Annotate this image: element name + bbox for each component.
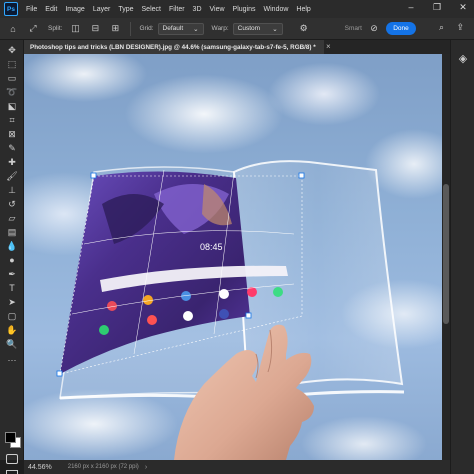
menu-file[interactable]: File	[26, 6, 37, 13]
minimize-button[interactable]: –	[404, 2, 418, 13]
home-icon[interactable]: ⌂	[6, 22, 20, 36]
menu-help[interactable]: Help	[296, 6, 310, 13]
transform-handle[interactable]	[56, 370, 63, 377]
transform-handle[interactable]	[298, 172, 305, 179]
eraser-tool-icon[interactable]: ▱	[5, 212, 19, 224]
object-select-tool-icon[interactable]: ⬕	[5, 100, 19, 112]
vertical-scroll-thumb[interactable]	[443, 184, 449, 324]
menu-window[interactable]: Window	[264, 6, 289, 13]
quick-mask-icon[interactable]	[6, 454, 18, 464]
search-icon[interactable]: ⌕	[439, 22, 444, 33]
window-controls: – ❐ ✕	[404, 2, 470, 13]
menu-image[interactable]: Image	[65, 6, 84, 13]
vertical-scrollbar[interactable]	[442, 54, 450, 460]
split-cross-icon[interactable]: ⊞	[108, 22, 122, 36]
history-brush-tool-icon[interactable]: ↺	[5, 198, 19, 210]
grid-select-value: Default	[162, 25, 184, 32]
warp-select[interactable]: Custom ⌄	[232, 22, 283, 35]
blur-tool-icon[interactable]: 💧	[5, 240, 19, 252]
artboard-tool-icon[interactable]: ⬚	[5, 58, 19, 70]
transform-icon[interactable]: ⤢	[26, 22, 40, 36]
healing-brush-tool-icon[interactable]: ✚	[5, 156, 19, 168]
smart-label: Smart	[344, 25, 362, 32]
chevron-down-icon: ⌄	[272, 25, 278, 33]
screen-clock: 08:45	[200, 242, 223, 252]
eyedropper-tool-icon[interactable]: ✎	[5, 142, 19, 154]
document-info: 2160 px x 2160 px (72 ppi)	[67, 464, 139, 470]
status-menu-icon[interactable]: ›	[145, 464, 147, 471]
tab-close-icon[interactable]: ×	[326, 42, 331, 51]
options-bar: ⌂ ⤢ Split: ◫ ⊟ ⊞ Grid: Default ⌄ Warp: C…	[0, 18, 474, 40]
hand-tool-icon[interactable]: ✋	[5, 324, 19, 336]
brush-tool-icon[interactable]: 🖌	[5, 170, 19, 182]
transform-handle[interactable]	[245, 312, 252, 319]
document-tab-bar: Photoshop tips and tricks (LBN DESIGNER)…	[24, 40, 450, 54]
close-button[interactable]: ✕	[456, 2, 470, 13]
status-bar: 44.56% 2160 px x 2160 px (72 ppi) ›	[24, 460, 450, 474]
frame-tool-icon[interactable]: ⊠	[5, 128, 19, 140]
lasso-tool-icon[interactable]: ➰	[5, 86, 19, 98]
split-horizontal-icon[interactable]: ⊟	[88, 22, 102, 36]
split-vertical-icon[interactable]: ◫	[68, 22, 82, 36]
path-selection-tool-icon[interactable]: ➤	[5, 296, 19, 308]
photoshop-logo[interactable]: Ps	[4, 2, 18, 16]
gear-icon[interactable]: ⚙	[297, 22, 311, 36]
layers-icon[interactable]: ◈	[456, 52, 470, 66]
warp-label: Warp:	[211, 25, 229, 32]
foreground-color-swatch[interactable]	[5, 432, 16, 443]
divider	[130, 21, 132, 36]
type-tool-icon[interactable]: T	[5, 282, 19, 294]
maximize-button[interactable]: ❐	[430, 2, 444, 13]
menu-filter[interactable]: Filter	[169, 6, 185, 13]
screen-mode-icon[interactable]	[6, 470, 18, 474]
canvas-artwork: 08:45	[56, 160, 405, 460]
dodge-tool-icon[interactable]: ●	[5, 254, 19, 266]
menu-plugins[interactable]: Plugins	[233, 6, 256, 13]
crop-tool-icon[interactable]: ⌗	[5, 114, 19, 126]
menu-bar: Ps File Edit Image Layer Type Select Fil…	[0, 0, 474, 18]
menu-3d[interactable]: 3D	[193, 6, 202, 13]
grid-label: Grid:	[139, 25, 154, 32]
clone-stamp-tool-icon[interactable]: ⊥	[5, 184, 19, 196]
marquee-tool-icon[interactable]: ▭	[5, 72, 19, 84]
menu-edit[interactable]: Edit	[45, 6, 57, 13]
split-label: Split:	[48, 25, 63, 32]
grid-select[interactable]: Default ⌄	[157, 22, 204, 35]
warp-select-value: Custom	[237, 25, 261, 32]
share-icon[interactable]: ⇪	[456, 22, 464, 33]
zoom-tool-icon[interactable]: 🔍	[5, 338, 19, 350]
transform-handle[interactable]	[90, 172, 97, 179]
document-canvas[interactable]: 08:45	[24, 54, 442, 460]
zoom-level[interactable]: 44.56%	[28, 464, 52, 471]
document-tab[interactable]: Photoshop tips and tricks (LBN DESIGNER)…	[24, 40, 324, 54]
cancel-icon[interactable]: ⊘	[368, 23, 380, 35]
rectangle-tool-icon[interactable]: ▢	[5, 310, 19, 322]
more-tools-icon[interactable]: ···	[5, 354, 19, 366]
menu-select[interactable]: Select	[142, 6, 161, 13]
gradient-tool-icon[interactable]: ▤	[5, 226, 19, 238]
chevron-down-icon: ⌄	[193, 25, 199, 33]
menu-type[interactable]: Type	[118, 6, 133, 13]
pen-tool-icon[interactable]: ✒	[5, 268, 19, 280]
done-button[interactable]: Done	[386, 22, 416, 35]
menu-layer[interactable]: Layer	[93, 6, 111, 13]
move-tool-icon[interactable]: ✥	[5, 44, 19, 56]
panels-strip: ◈	[450, 40, 474, 474]
tools-panel: ✥ ⬚ ▭ ➰ ⬕ ⌗ ⊠ ✎ ✚ 🖌 ⊥ ↺ ▱ ▤ 💧 ● ✒ T ➤ ▢ …	[0, 40, 24, 474]
menu-view[interactable]: View	[210, 6, 225, 13]
